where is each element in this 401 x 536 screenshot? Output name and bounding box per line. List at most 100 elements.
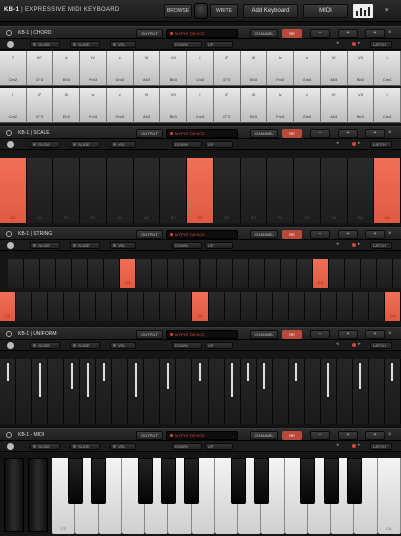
arrow-left-icon[interactable]: ◂ bbox=[336, 442, 339, 448]
write-button[interactable]: WRITE bbox=[210, 4, 238, 18]
scale-key[interactable]: G3 bbox=[294, 158, 321, 223]
preset-knob[interactable] bbox=[194, 3, 208, 19]
black-key[interactable] bbox=[230, 458, 246, 504]
module-settings-icon[interactable] bbox=[6, 130, 12, 136]
scale-key[interactable]: B3 bbox=[347, 158, 375, 223]
string-key[interactable] bbox=[208, 292, 225, 321]
chord-pad[interactable]: v Gm3 bbox=[294, 88, 321, 123]
velocity-toggle[interactable]: VEL bbox=[110, 141, 136, 148]
scale-key[interactable]: D3 bbox=[213, 158, 241, 223]
up-button[interactable]: UP bbox=[205, 242, 233, 249]
arrow-right-icon[interactable]: ▸ bbox=[358, 442, 361, 448]
string-key[interactable] bbox=[344, 259, 361, 288]
glide-toggle[interactable]: GLIDE bbox=[30, 141, 60, 148]
output-device-select[interactable]: MYPHT DEVICE bbox=[166, 230, 238, 239]
slide-toggle[interactable]: SLIDE bbox=[70, 41, 100, 48]
string-key[interactable] bbox=[32, 292, 49, 321]
chord-pad[interactable]: i Cm4 bbox=[374, 51, 401, 86]
chord-pad[interactable]: 7 Cm2 bbox=[0, 51, 27, 86]
chord-pad[interactable]: III Eb3 bbox=[240, 88, 268, 123]
chord-pad[interactable]: iv Fm3 bbox=[80, 88, 107, 123]
chord-pad[interactable]: III° D°3 bbox=[26, 51, 54, 86]
uniform-key[interactable] bbox=[48, 359, 65, 424]
octave-up-button[interactable]: + bbox=[338, 29, 358, 38]
chord-pad[interactable]: VI Ab3 bbox=[320, 51, 348, 86]
latch-toggle[interactable]: LATCH bbox=[370, 443, 392, 450]
chord-pad[interactable]: v Gm3 bbox=[106, 51, 134, 86]
string-key[interactable]: C4 bbox=[384, 292, 401, 321]
string-key[interactable] bbox=[336, 292, 353, 321]
latch-toggle[interactable]: LATCH bbox=[370, 41, 392, 48]
uniform-key[interactable] bbox=[336, 359, 353, 424]
chord-pad[interactable]: # Eb3 bbox=[53, 51, 81, 86]
uniform-key[interactable] bbox=[320, 359, 337, 424]
scale-key[interactable]: A3 bbox=[320, 158, 348, 223]
down-button[interactable]: DOWN bbox=[172, 41, 202, 48]
gear-icon[interactable] bbox=[7, 443, 14, 450]
chord-pad[interactable]: iv Fm3 bbox=[267, 51, 295, 86]
output-device-select[interactable]: MYPHT DEVICE bbox=[166, 129, 238, 138]
black-key[interactable] bbox=[300, 458, 316, 504]
string-key[interactable] bbox=[360, 259, 377, 288]
velocity-toggle[interactable]: VEL bbox=[110, 342, 136, 349]
string-key[interactable]: C3 bbox=[192, 292, 209, 321]
gear-icon[interactable] bbox=[7, 242, 14, 249]
down-button[interactable]: DOWN bbox=[172, 242, 202, 249]
arrow-left-icon[interactable]: ◂ bbox=[336, 40, 339, 46]
slide-toggle[interactable]: SLIDE bbox=[70, 342, 100, 349]
uniform-key[interactable] bbox=[208, 359, 225, 424]
chevron-down-icon[interactable]: ▾ bbox=[385, 6, 389, 14]
chord-pad[interactable]: i Cm3 bbox=[187, 51, 214, 86]
octave-down-button[interactable]: − bbox=[310, 29, 330, 38]
string-key[interactable] bbox=[56, 259, 73, 288]
scale-key[interactable]: G2 bbox=[106, 158, 134, 223]
scale-key[interactable]: D2 bbox=[26, 158, 54, 223]
chord-pad[interactable]: IV Fm3 bbox=[80, 51, 107, 86]
scale-key[interactable]: F3 bbox=[267, 158, 295, 223]
uniform-key[interactable] bbox=[16, 359, 33, 424]
string-key[interactable] bbox=[368, 292, 385, 321]
string-key[interactable] bbox=[48, 292, 65, 321]
velocity-toggle[interactable]: VEL bbox=[110, 41, 136, 48]
glide-toggle[interactable]: GLIDE bbox=[30, 342, 60, 349]
arrow-left-icon[interactable]: ◂ bbox=[336, 241, 339, 247]
string-key[interactable] bbox=[376, 259, 393, 288]
output-device-select[interactable]: MYPHT DEVICE bbox=[166, 330, 238, 339]
channel-value[interactable]: RE bbox=[282, 431, 302, 440]
uniform-key[interactable] bbox=[224, 359, 241, 424]
chord-pad[interactable]: v Gm3 bbox=[106, 88, 134, 123]
midi-button[interactable]: MIDI bbox=[303, 4, 348, 18]
up-button[interactable]: UP bbox=[205, 443, 233, 450]
close-icon[interactable]: × bbox=[388, 130, 392, 136]
close-icon[interactable]: × bbox=[388, 231, 392, 237]
string-key[interactable] bbox=[72, 259, 89, 288]
string-key[interactable] bbox=[160, 292, 177, 321]
chord-pad[interactable]: i Cm4 bbox=[374, 88, 401, 123]
string-key[interactable] bbox=[248, 259, 265, 288]
black-key[interactable] bbox=[91, 458, 106, 504]
scale-key[interactable]: A2 bbox=[133, 158, 161, 223]
string-key[interactable] bbox=[272, 292, 289, 321]
octave-down-button[interactable]: − bbox=[310, 330, 330, 339]
string-key[interactable] bbox=[24, 259, 41, 288]
black-key[interactable] bbox=[137, 458, 153, 504]
channel-value[interactable]: RE bbox=[282, 230, 302, 239]
chord-pad[interactable]: III Eb3 bbox=[53, 88, 81, 123]
string-key[interactable] bbox=[256, 292, 273, 321]
latch-toggle[interactable]: LATCH bbox=[370, 342, 392, 349]
string-key[interactable] bbox=[264, 259, 281, 288]
uniform-key[interactable] bbox=[128, 359, 145, 424]
uniform-key[interactable] bbox=[0, 359, 17, 424]
octave-up-button[interactable]: + bbox=[338, 330, 358, 339]
glide-toggle[interactable]: GLIDE bbox=[30, 242, 60, 249]
output-device-select[interactable]: MYPHT DEVICE bbox=[166, 29, 238, 38]
chord-pad[interactable]: ii° D°3 bbox=[213, 51, 241, 86]
mod-wheel[interactable] bbox=[28, 458, 48, 532]
string-key[interactable] bbox=[40, 259, 57, 288]
string-key[interactable] bbox=[240, 292, 257, 321]
close-icon[interactable]: × bbox=[388, 30, 392, 36]
string-key[interactable] bbox=[200, 259, 217, 288]
gear-icon[interactable] bbox=[7, 41, 14, 48]
string-key[interactable] bbox=[136, 259, 153, 288]
arrow-left-icon[interactable]: ◂ bbox=[336, 341, 339, 347]
